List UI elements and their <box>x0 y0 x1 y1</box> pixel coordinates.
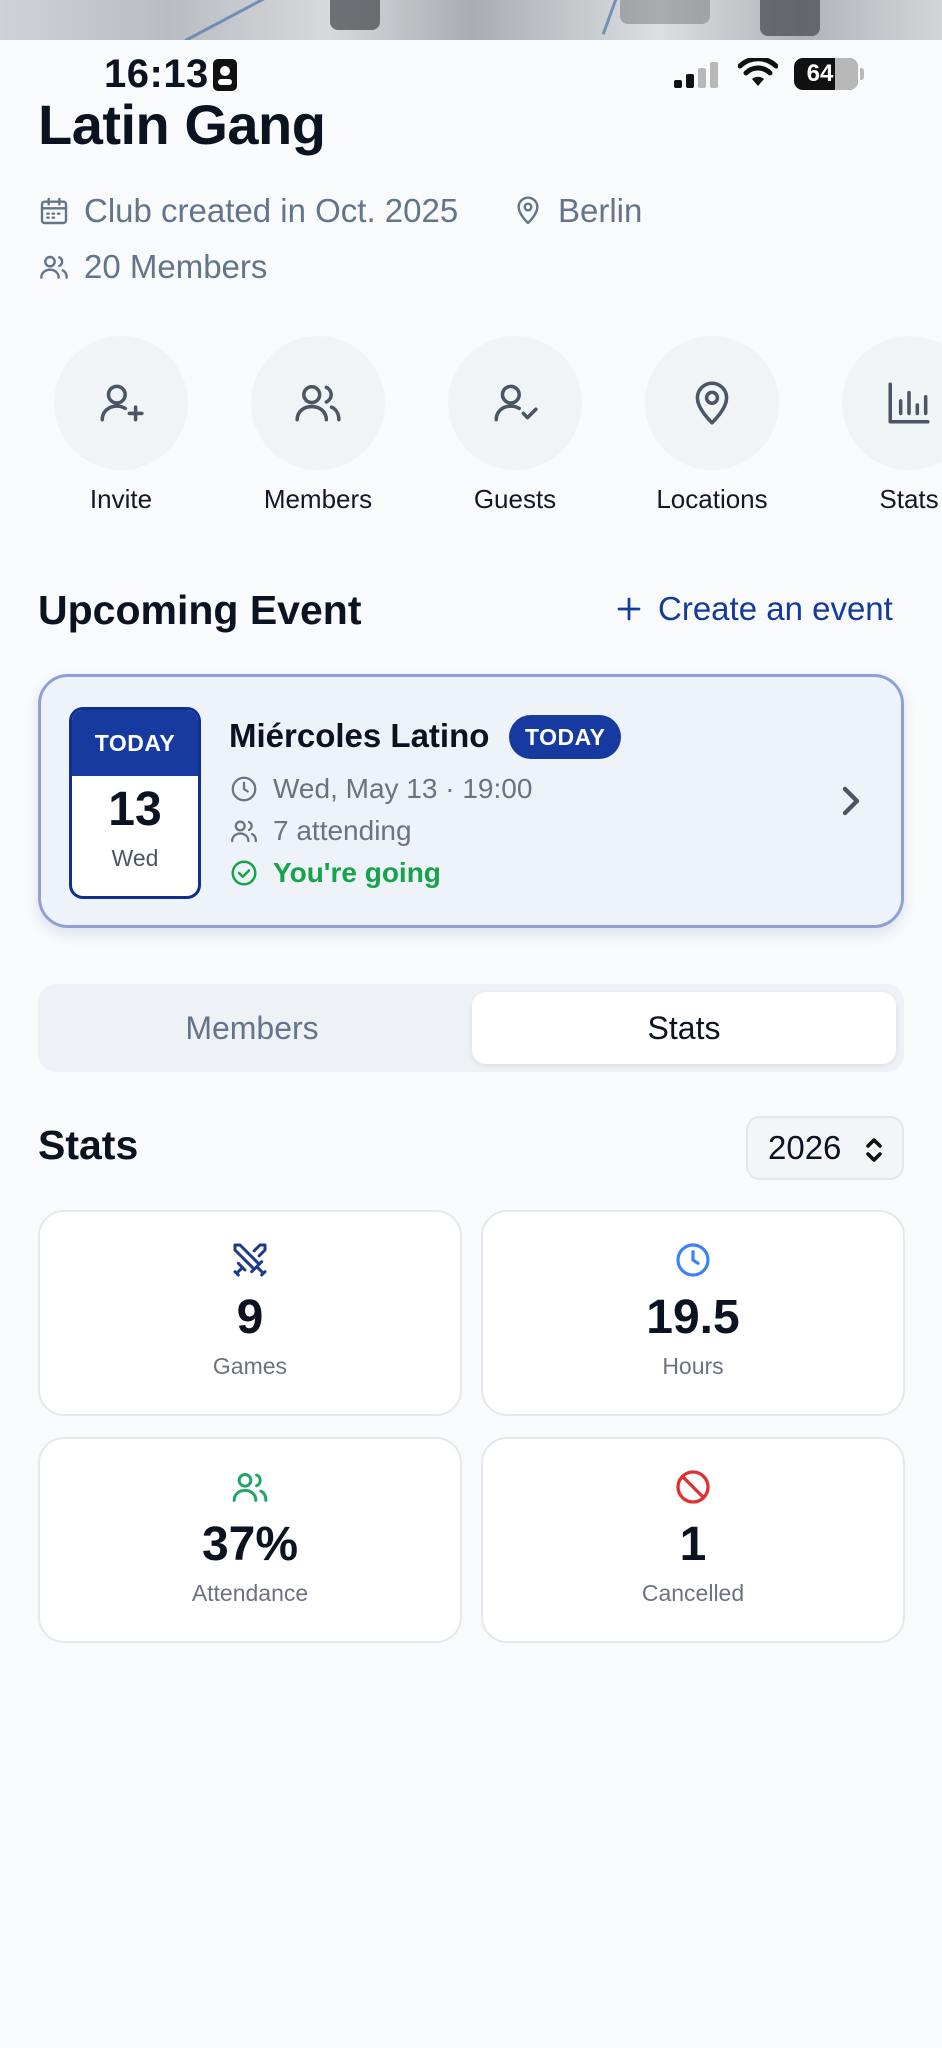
members-button[interactable]: Members <box>220 336 416 515</box>
event-card[interactable]: TODAY 13 Wed Miércoles Latino TODAY Wed,… <box>38 674 904 928</box>
contact-card-icon <box>212 58 238 92</box>
wifi-icon <box>738 58 778 88</box>
calendar-icon <box>40 197 68 225</box>
club-member-count-text: 20 Members <box>84 248 268 285</box>
tab-members[interactable]: Members <box>46 992 458 1064</box>
stats-label: Stats <box>879 484 939 514</box>
stats-heading: Stats <box>38 1122 139 1168</box>
check-circle-icon <box>231 860 257 886</box>
users-icon <box>231 820 257 843</box>
stat-card-cancelled: 1 Cancelled <box>481 1437 905 1643</box>
club-name: Latin Gang <box>38 93 326 156</box>
event-attending-text: 7 attending <box>273 815 412 846</box>
invite-button[interactable]: Invite <box>23 336 219 515</box>
users-icon <box>40 255 68 279</box>
battery-indicator: 64 <box>794 58 858 90</box>
event-datetime: Wed, May 13 · 19:00 <box>229 773 532 805</box>
stat-hours-label: Hours <box>662 1353 724 1379</box>
crossed-swords-icon <box>230 1240 270 1280</box>
guests-label: Guests <box>473 484 557 514</box>
map-pin-icon <box>517 196 539 225</box>
date-badge-weekday: Wed <box>111 845 159 871</box>
create-event-link[interactable]: Create an event <box>614 590 893 628</box>
club-created-text: Club created in Oct. 2025 <box>84 192 459 229</box>
user-plus-icon <box>100 384 144 422</box>
clock-icon <box>231 776 257 802</box>
members-stats-toggle[interactable]: Members Stats <box>38 984 904 1072</box>
date-badge-today: TODAY <box>72 710 198 776</box>
bar-chart-icon <box>888 382 930 424</box>
stat-hours-value: 19.5 <box>646 1291 740 1344</box>
users-icon <box>230 1467 270 1507</box>
stat-card-games: 9 Games <box>38 1210 462 1416</box>
stat-games-label: Games <box>212 1353 288 1379</box>
stat-card-attendance: 37% Attendance <box>38 1437 462 1643</box>
user-check-icon <box>494 384 538 422</box>
guests-circle[interactable] <box>448 336 582 470</box>
stats-circle[interactable] <box>842 336 942 470</box>
cellular-signal-icon <box>674 62 720 88</box>
invite-circle[interactable] <box>54 336 188 470</box>
stats-button[interactable]: Stats <box>811 336 942 515</box>
guests-button[interactable]: Guests <box>417 336 613 515</box>
year-select[interactable]: 2026 <box>746 1116 904 1180</box>
event-attending: 7 attending <box>229 815 412 847</box>
event-date-badge: TODAY 13 Wed <box>69 707 201 899</box>
event-datetime-text: Wed, May 13 · 19:00 <box>273 773 533 804</box>
stat-games-value: 9 <box>236 1291 264 1344</box>
club-created: Club created in Oct. 2025 <box>38 192 458 230</box>
map-pin-icon <box>695 381 729 425</box>
locations-label: Locations <box>656 484 768 514</box>
stat-cancelled-value: 1 <box>679 1518 707 1571</box>
invite-label: Invite <box>89 484 153 514</box>
club-member-count: 20 Members <box>38 248 267 286</box>
create-event-label[interactable]: Create an event <box>658 590 893 628</box>
members-label: Members <box>263 484 373 514</box>
quick-actions-row[interactable]: Invite Members Guests Locations Stats <box>0 336 942 526</box>
cover-photo <box>0 0 942 40</box>
members-circle[interactable] <box>251 336 385 470</box>
chevron-right-icon[interactable] <box>837 781 865 821</box>
status-time: 16:13 <box>104 52 209 96</box>
club-location-text: Berlin <box>558 192 643 229</box>
locations-button[interactable]: Locations <box>614 336 810 515</box>
plus-icon <box>617 597 641 621</box>
today-badge: TODAY <box>509 715 622 759</box>
year-select-value[interactable]: 2026 <box>768 1129 841 1167</box>
date-badge-day: 13 <box>108 783 162 836</box>
tab-stats[interactable]: Stats <box>472 992 896 1064</box>
users-icon <box>295 384 341 422</box>
clock-icon <box>673 1240 713 1280</box>
event-title: Miércoles Latino <box>229 717 490 754</box>
stat-card-hours: 19.5 Hours <box>481 1210 905 1416</box>
event-rsvp-text: You're going <box>273 857 441 888</box>
stat-attendance-label: Attendance <box>191 1580 309 1606</box>
stat-attendance-value: 37% <box>201 1518 299 1571</box>
battery-level: 64 <box>806 60 834 87</box>
event-rsvp-status: You're going <box>229 857 441 889</box>
upcoming-event-heading: Upcoming Event <box>38 587 362 633</box>
stat-cancelled-label: Cancelled <box>641 1580 745 1606</box>
chevron-up-down-icon <box>866 1138 882 1162</box>
ban-icon <box>673 1467 713 1507</box>
club-location: Berlin <box>512 192 642 230</box>
locations-circle[interactable] <box>645 336 779 470</box>
